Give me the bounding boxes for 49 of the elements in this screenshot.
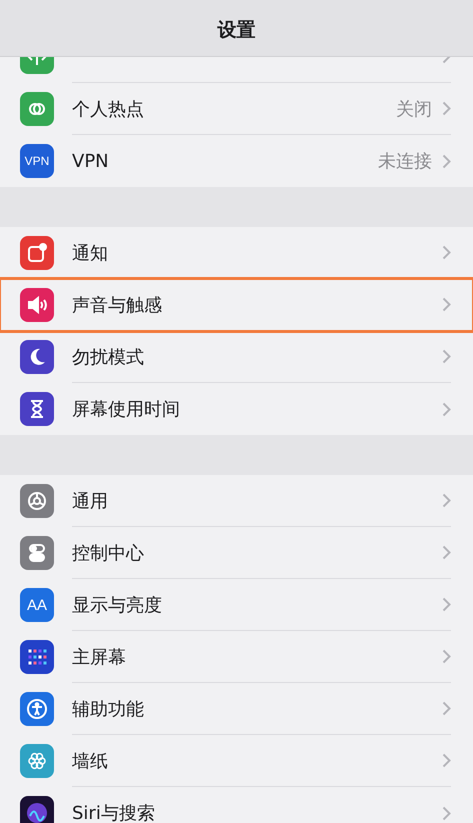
row-label: 通知 (72, 242, 109, 264)
settings-row[interactable]: 屏幕使用时间 (0, 383, 473, 435)
chevron-icon (442, 701, 451, 716)
row-label: 墙纸 (72, 750, 109, 772)
text-icon: AA (26, 596, 47, 614)
accessibility-icon (25, 697, 49, 721)
text-icon: VPN (24, 154, 50, 168)
settings-row[interactable]: 控制中心 (0, 527, 473, 579)
row-value: 未连接 (378, 150, 432, 173)
chevron-icon (442, 493, 451, 508)
row-label: 控制中心 (72, 542, 145, 564)
chevron-icon (442, 753, 451, 768)
row-label: Siri与搜索 (72, 802, 156, 823)
row-label: 声音与触感 (72, 294, 163, 316)
row-label: 勿扰模式 (72, 346, 145, 368)
settings-row[interactable]: 通知 (0, 227, 473, 279)
notification-icon (25, 241, 49, 265)
row-label: 个人热点 (72, 98, 145, 120)
page-title: 设置 (218, 18, 256, 43)
settings-row[interactable]: VPN VPN 未连接 (0, 135, 473, 187)
settings-row[interactable]: 勿扰模式 (0, 331, 473, 383)
settings-row[interactable]: Siri与搜索 (0, 787, 473, 823)
chevron-icon (442, 297, 451, 312)
chevron-icon (442, 597, 451, 612)
row-label: 通用 (72, 490, 109, 512)
row-label: 屏幕使用时间 (72, 398, 181, 421)
speaker-icon (25, 293, 49, 317)
settings-row[interactable]: 个人热点 关闭 (0, 83, 473, 135)
chevron-icon (442, 154, 451, 168)
settings-row[interactable]: 墙纸 (0, 735, 473, 787)
settings-row[interactable]: 辅助功能 (0, 683, 473, 735)
settings-icon (25, 489, 49, 513)
settings-row[interactable]: 通用 (0, 475, 473, 527)
row-label: 主屏幕 (72, 646, 127, 668)
chevron-icon (442, 545, 451, 560)
chevron-icon (442, 349, 451, 364)
orb-icon (25, 801, 49, 823)
row-value: 关闭 (396, 98, 432, 120)
chevron-icon (442, 245, 451, 260)
highlighted-settings-row[interactable]: 声音与触感 (0, 279, 473, 331)
settings-row[interactable]: 主屏幕 (0, 631, 473, 683)
chevron-icon (442, 101, 451, 116)
chevron-icon (442, 402, 451, 416)
chevron-icon (442, 649, 451, 664)
settings-row[interactable]: AA 显示与亮度 (0, 579, 473, 631)
row-label: 显示与亮度 (72, 594, 163, 616)
row-label: 辅助功能 (72, 698, 145, 720)
row-label: VPN (72, 150, 110, 172)
chevron-icon (442, 806, 451, 820)
